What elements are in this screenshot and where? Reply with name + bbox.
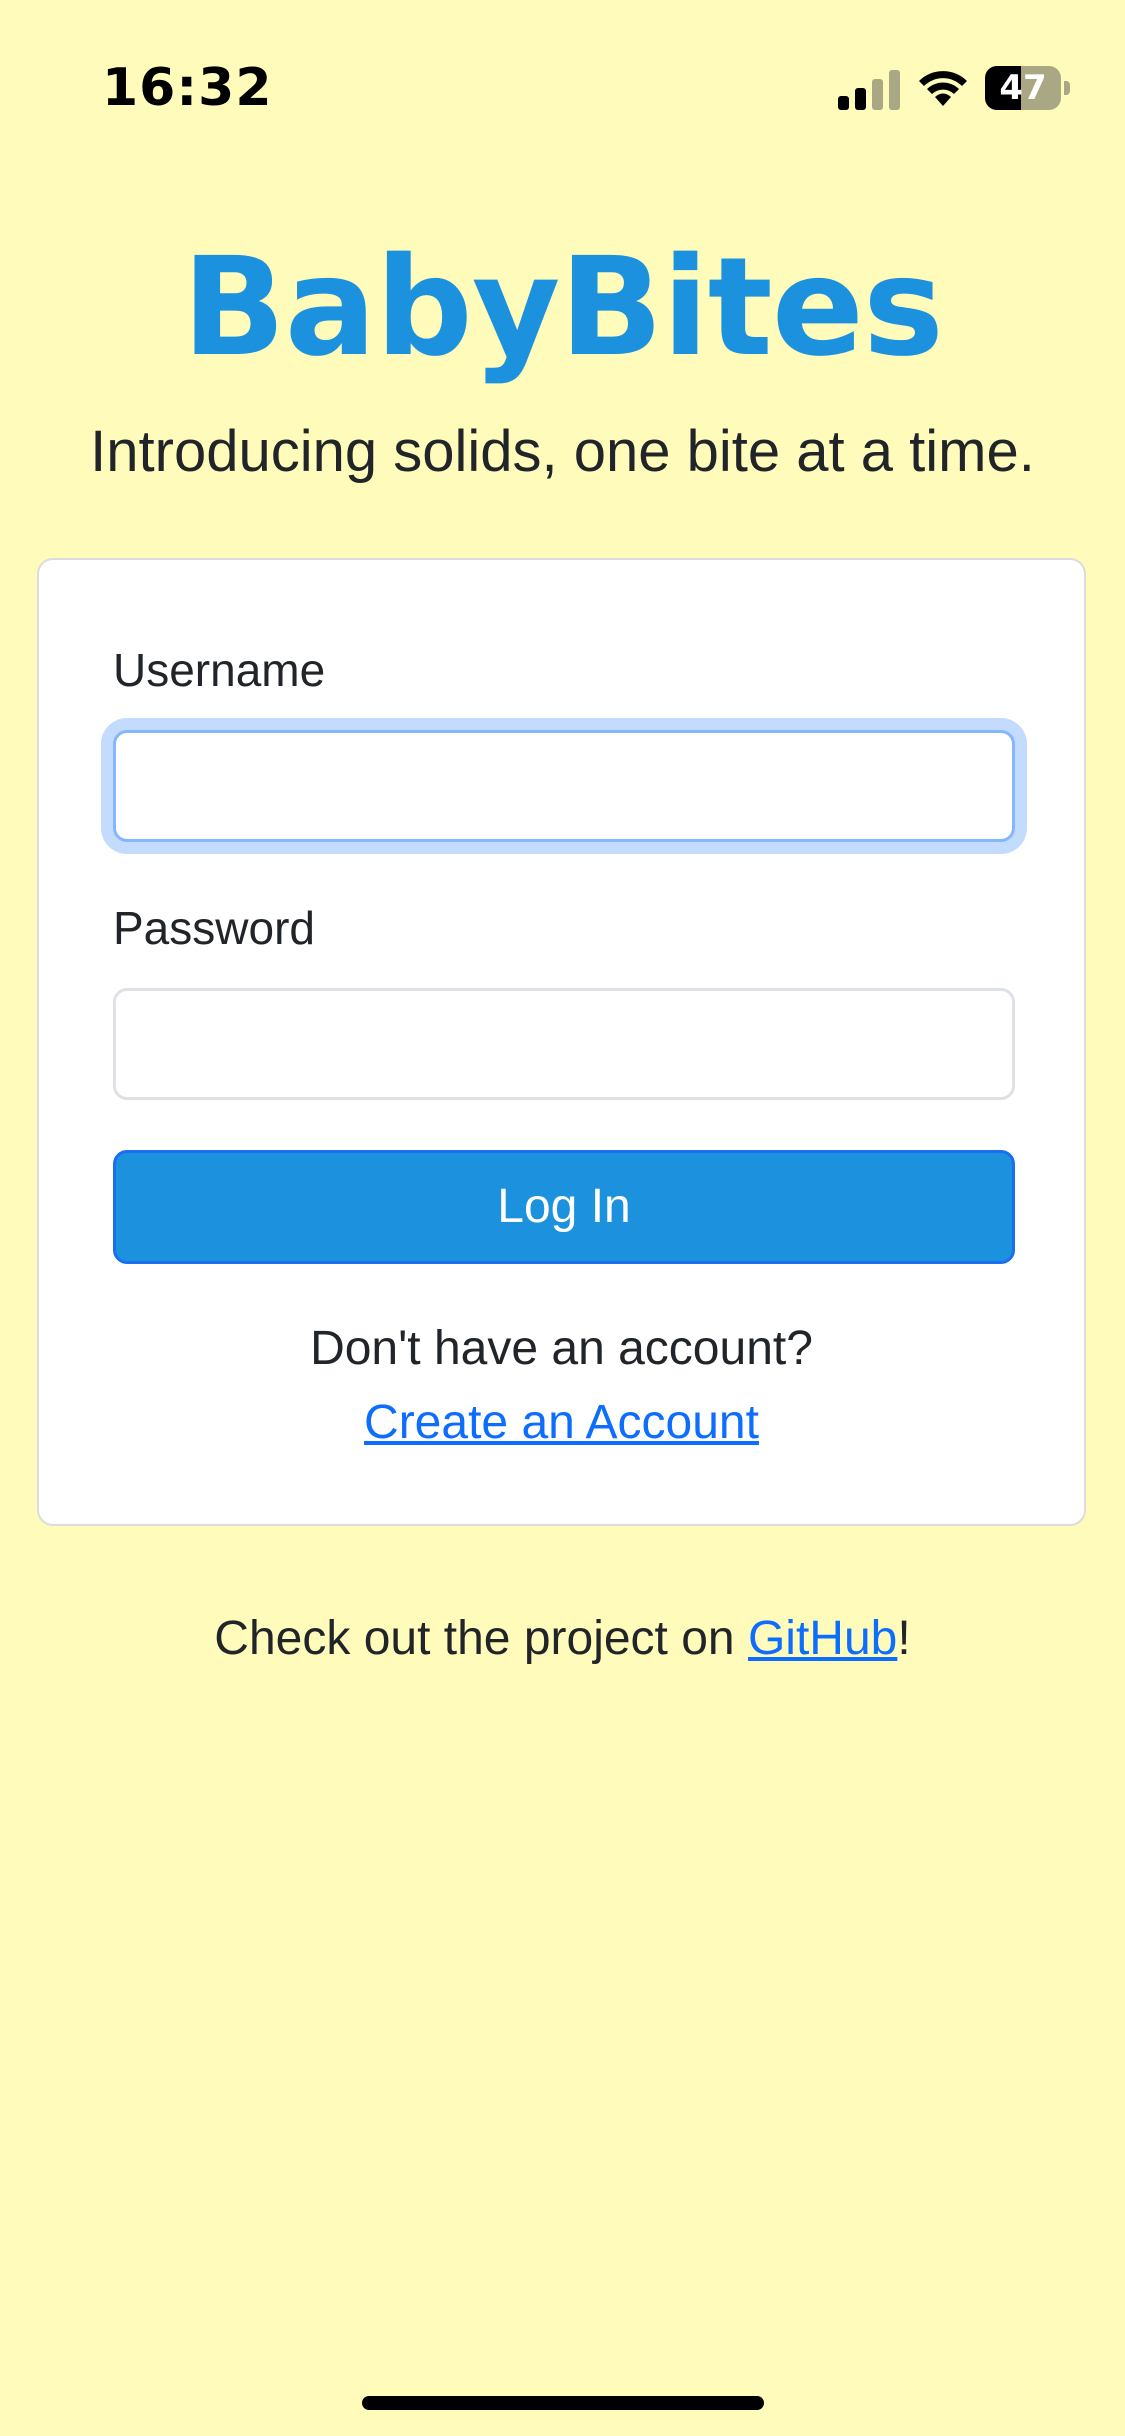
status-bar: 16:32 47 bbox=[0, 0, 1125, 170]
footer-text-before: Check out the project on bbox=[214, 1612, 748, 1665]
login-button[interactable]: Log In bbox=[113, 1150, 1015, 1264]
create-account-link[interactable]: Create an Account bbox=[364, 1396, 759, 1449]
username-label: Username bbox=[113, 644, 326, 696]
username-input[interactable] bbox=[113, 730, 1015, 842]
footer-text-after: ! bbox=[897, 1612, 911, 1665]
tagline: Introducing solids, one bite at a time. bbox=[90, 419, 1035, 484]
login-card: Username Password Log In Don't have an a… bbox=[37, 558, 1086, 1526]
home-indicator[interactable] bbox=[362, 2396, 764, 2410]
wifi-icon bbox=[919, 71, 967, 106]
app-logo: BabyBites bbox=[182, 229, 944, 387]
status-time: 16:32 bbox=[102, 58, 273, 118]
create-account-row: Create an Account bbox=[39, 1392, 1084, 1454]
password-input[interactable] bbox=[113, 988, 1015, 1100]
password-label: Password bbox=[113, 902, 315, 954]
signal-icon bbox=[838, 70, 900, 110]
battery-icon: 47 bbox=[985, 66, 1071, 110]
battery-level: 47 bbox=[999, 68, 1047, 108]
no-account-text: Don't have an account? bbox=[310, 1322, 813, 1375]
footer-text: Check out the project on GitHub! bbox=[0, 1608, 1125, 1670]
github-link[interactable]: GitHub bbox=[748, 1612, 897, 1665]
